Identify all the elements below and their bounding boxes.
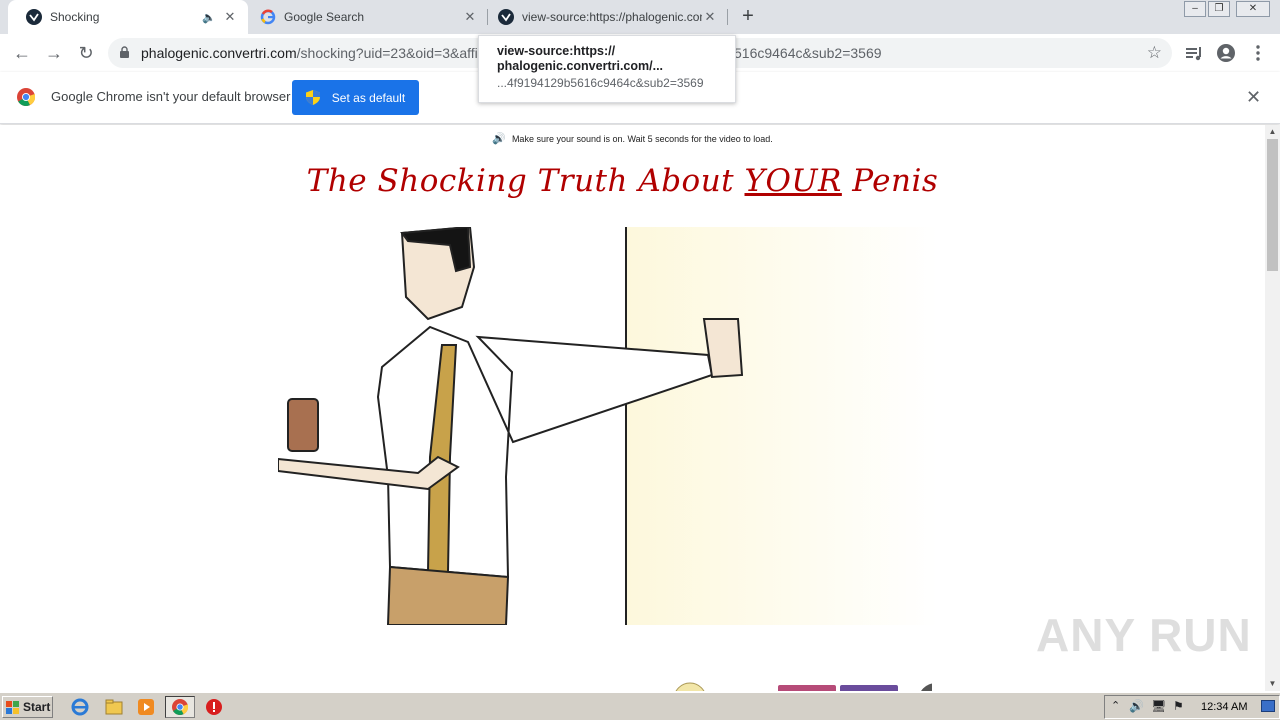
shield-icon	[305, 90, 320, 105]
scrollbar-thumb[interactable]	[1267, 139, 1278, 271]
new-tab-button[interactable]: +	[738, 6, 758, 27]
url-host: phalogenic.convertri.com	[141, 45, 297, 61]
google-g-icon	[260, 9, 276, 25]
headline-part-2: Penis	[841, 163, 939, 199]
payment-card-icon	[840, 685, 898, 691]
windows-taskbar: Start ⌃ 🔊 🖥 ⚑ 12:34 AM	[0, 692, 1280, 720]
scroll-down-arrow-icon[interactable]: ▼	[1265, 677, 1280, 691]
set-as-default-label: Set as default	[331, 90, 406, 105]
set-as-default-button[interactable]: Set as default	[292, 80, 419, 115]
start-label: Start	[23, 700, 51, 714]
tooltip-line-3: ...4f9194129b5616c9464c&sub2=3569	[497, 76, 704, 90]
close-window-button[interactable]: ✕	[1236, 1, 1270, 17]
speaker-volume-icon: 🔊	[492, 133, 506, 145]
menu-dots-icon[interactable]	[1248, 43, 1268, 63]
lock-icon[interactable]	[120, 46, 129, 58]
sound-notice: 🔊 Make sure your sound is on. Wait 5 seco…	[0, 132, 1265, 145]
start-button[interactable]: Start	[2, 696, 53, 718]
restore-button[interactable]: ❐	[1208, 1, 1230, 17]
explorer-icon[interactable]	[104, 697, 124, 717]
guarantee-seal-icon	[675, 682, 705, 691]
network-icon[interactable]: 🖥	[1151, 699, 1166, 713]
secure-seal-icon	[921, 683, 932, 691]
taskbar-clock[interactable]: 12:34 AM	[1201, 701, 1247, 713]
close-tab-icon[interactable]: ✕	[462, 9, 478, 25]
forward-button[interactable]: →	[42, 41, 66, 65]
tab-google-search[interactable]: Google Search ✕	[248, 0, 488, 34]
tab-title: Google Search	[284, 10, 365, 24]
trust-badges	[675, 682, 932, 691]
media-control-icon[interactable]	[1184, 43, 1204, 63]
close-tab-icon[interactable]: ✕	[702, 9, 718, 25]
chrome-logo-icon	[17, 88, 35, 106]
tab-hover-tooltip: view-source:https:// phalogenic.convertr…	[478, 35, 736, 103]
ie-icon[interactable]	[70, 697, 90, 717]
stop-icon[interactable]	[204, 697, 224, 717]
chrome-icon	[172, 699, 188, 715]
reload-button[interactable]: ↻	[74, 41, 98, 65]
infobar-message: Google Chrome isn't your default browser	[51, 89, 291, 104]
anyrun-watermark: ANY RUN	[1036, 609, 1252, 661]
headline-part-1: The Shocking Truth About	[306, 163, 745, 199]
page-headline: The Shocking Truth About YOUR Penis	[0, 163, 1245, 199]
tooltip-line-2: phalogenic.convertri.com/...	[497, 59, 664, 73]
payment-card-icon	[778, 685, 836, 691]
convertri-icon	[498, 9, 514, 25]
scroll-up-arrow-icon[interactable]: ▲	[1265, 125, 1280, 139]
close-infobar-icon[interactable]: ✕	[1246, 87, 1261, 108]
tab-title: view-source:https://phalogenic.conv	[522, 10, 702, 24]
back-button[interactable]: ←	[10, 41, 34, 65]
system-tray: ⌃ 🔊 🖥 ⚑ 12:34 AM	[1104, 695, 1280, 719]
tab-separator	[727, 9, 728, 25]
url-path: /shocking?uid=23&oid=3&affi	[296, 45, 478, 61]
profile-avatar-icon[interactable]	[1216, 43, 1236, 63]
video-frame-illustration	[278, 227, 938, 625]
minimize-button[interactable]: –	[1184, 1, 1206, 17]
tab-shocking[interactable]: Shocking 🔈 ✕	[8, 0, 248, 34]
tooltip-line-1: view-source:https://	[497, 44, 616, 58]
show-desktop-icon[interactable]	[1261, 700, 1275, 712]
url-text: phalogenic.convertri.com/shocking?uid=23…	[141, 45, 478, 61]
speaker-icon[interactable]: 🔈	[202, 11, 216, 24]
bookmark-star-icon[interactable]: ☆	[1147, 43, 1162, 63]
tab-title: Shocking	[50, 10, 100, 24]
url-tail: 516c9464c&sub2=3569	[734, 45, 882, 61]
volume-icon[interactable]: 🔊	[1129, 699, 1144, 713]
sales-video-player[interactable]	[278, 227, 938, 625]
windows-flag-icon	[6, 700, 19, 714]
taskbar-chrome-button[interactable]	[165, 696, 195, 718]
tab-strip: Shocking 🔈 ✕ Google Search ✕ view-source…	[0, 0, 1280, 34]
close-tab-icon[interactable]: ✕	[222, 9, 238, 25]
wall-shape	[626, 227, 938, 625]
page-scrollbar[interactable]: ▲ ▼	[1265, 125, 1280, 691]
sound-notice-text: Make sure your sound is on. Wait 5 secon…	[511, 134, 773, 144]
tray-expand-icon[interactable]: ⌃	[1111, 699, 1120, 712]
tab-view-source[interactable]: view-source:https://phalogenic.conv ✕	[488, 0, 728, 34]
headline-emphasis: YOUR	[744, 163, 842, 199]
action-center-flag-icon[interactable]: ⚑	[1173, 699, 1184, 713]
media-player-icon[interactable]	[136, 697, 156, 717]
page-viewport: 🔊 Make sure your sound is on. Wait 5 seco…	[0, 125, 1265, 691]
convertri-icon	[26, 9, 42, 25]
